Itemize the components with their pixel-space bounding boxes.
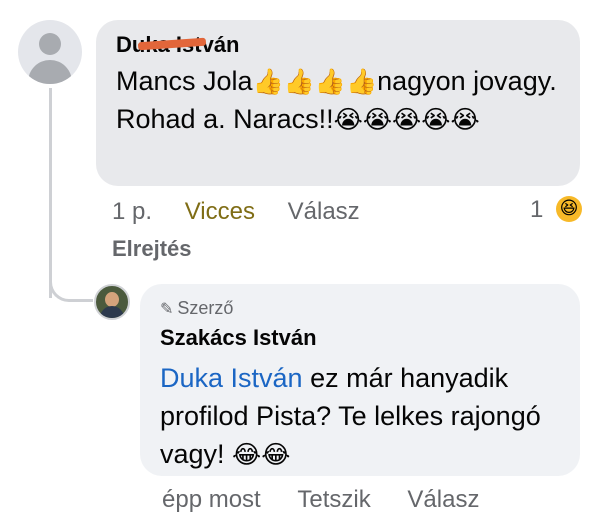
- reply-author[interactable]: Szakács István: [160, 325, 560, 351]
- comment-text: Mancs Jola👍👍👍👍nagyon jovagy. Rohad a. Na…: [116, 66, 557, 134]
- comment-author[interactable]: Duka István: [116, 32, 240, 58]
- mention-link[interactable]: Duka István: [160, 363, 303, 393]
- reply-bubble: ✎ Szerző Szakács István Duka István ez má…: [140, 284, 580, 476]
- reply-text: Duka István ez már hanyadik profilod Pis…: [160, 363, 541, 469]
- laughing-emoji: 😂😂: [232, 440, 291, 469]
- reply-actions: épp most Tetszik Válasz: [162, 486, 509, 514]
- default-avatar-icon[interactable]: [18, 20, 82, 84]
- thumbs-up-emoji: 👍👍👍👍: [252, 67, 378, 96]
- crying-emoji: 😭😭😭😭😭: [333, 105, 480, 134]
- thread-connector: [49, 260, 93, 302]
- reaction-count[interactable]: 1: [530, 196, 543, 224]
- reply-button-2[interactable]: Válasz: [407, 486, 479, 513]
- reply-button[interactable]: Válasz: [288, 198, 360, 225]
- haha-reaction-icon[interactable]: 😆: [556, 196, 582, 222]
- author-badge: ✎ Szerző: [160, 298, 234, 318]
- hide-button[interactable]: Elrejtés: [112, 236, 192, 262]
- author-avatar[interactable]: [94, 284, 130, 320]
- comment-bubble: Duka István Mancs Jola👍👍👍👍nagyon jovagy.…: [96, 20, 580, 186]
- comment-time: 1 p.: [112, 198, 153, 225]
- like-button[interactable]: Tetszik: [297, 486, 370, 513]
- reaction-button[interactable]: Vicces: [185, 198, 255, 225]
- reply-time: épp most: [162, 486, 261, 513]
- comment-actions: 1 p. Vicces Válasz: [112, 198, 386, 226]
- pencil-icon: ✎: [160, 299, 174, 318]
